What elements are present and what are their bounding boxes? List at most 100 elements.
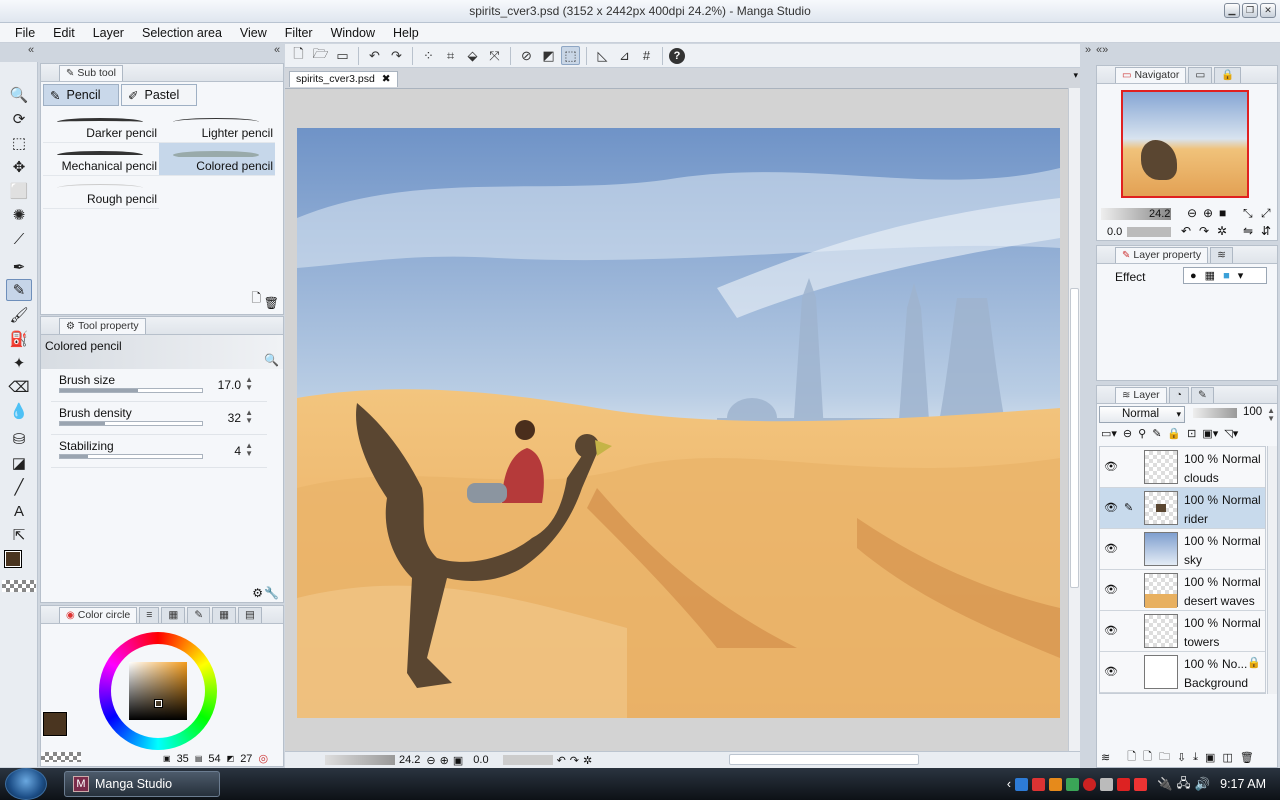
navigator-flip-h-icon[interactable]: ⤡ — [1243, 206, 1253, 221]
color-picker-marker[interactable] — [154, 699, 163, 708]
undo-icon[interactable]: ↶ — [365, 46, 384, 65]
layer-menu-icon[interactable]: ≋ — [1101, 751, 1110, 764]
new-folder-icon[interactable]: 🗀 — [1159, 748, 1170, 767]
tray-app-icon[interactable] — [1066, 777, 1080, 791]
brush-tool-icon[interactable]: 🖌 — [6, 304, 32, 326]
magic-wand-icon[interactable]: ✺ — [6, 204, 32, 226]
collapse-left-icon[interactable]: « — [28, 44, 34, 60]
network-icon[interactable]: 🖧 — [1177, 774, 1191, 795]
start-button[interactable] — [5, 768, 47, 800]
doc-tab-menu-icon[interactable]: ▾ — [1073, 70, 1078, 81]
layer-color-icon[interactable]: ▭▾ — [1101, 427, 1117, 440]
line-tool-icon[interactable]: ╱ — [6, 476, 32, 498]
brush-size-slider[interactable] — [59, 388, 203, 393]
group-tab-pencil[interactable]: ✎ Pencil — [43, 84, 119, 106]
menu-edit[interactable]: Edit — [44, 23, 84, 43]
new-subtool-icon[interactable]: 🗋 — [251, 289, 261, 310]
eraser-tool-icon[interactable]: ⌫ — [6, 376, 32, 398]
transform-icon[interactable]: ⁘ — [419, 46, 438, 65]
brush-rough-pencil[interactable]: Rough pencil — [43, 176, 159, 209]
navigator-rotate-slider[interactable] — [1127, 227, 1171, 237]
tray-app-icon[interactable] — [1100, 777, 1114, 791]
brush-density-spinner-icon[interactable]: ▲ ▼ — [245, 409, 253, 425]
move-tool-icon[interactable]: ✥ — [6, 156, 32, 178]
invert-selection-icon[interactable]: ◩ — [539, 46, 558, 65]
snap-ruler-icon[interactable]: ⊿ — [615, 46, 634, 65]
visibility-eye-icon[interactable]: 👁 — [1104, 501, 1118, 514]
layer-row-towers[interactable]: 👁 100 % Normal towers — [1100, 611, 1265, 652]
navigator-mirror-icon[interactable]: ⇵ — [1261, 224, 1271, 238]
brush-size-value[interactable]: 17.0 — [218, 378, 241, 392]
brush-density-slider[interactable] — [59, 421, 203, 426]
combine-down-icon[interactable]: ⤓ — [1193, 751, 1198, 764]
tab-item-bank[interactable]: 🔒 — [1214, 67, 1242, 83]
tray-app-icon[interactable] — [1117, 777, 1131, 791]
transparent-color-swatch[interactable] — [2, 580, 36, 592]
tray-app-icon[interactable] — [1015, 777, 1029, 791]
fit-view-icon[interactable]: ▣ — [453, 754, 463, 767]
menu-window[interactable]: Window — [322, 23, 384, 43]
reference-layer-icon[interactable]: ⚲ — [1138, 427, 1146, 440]
brush-density-value[interactable]: 32 — [228, 411, 241, 425]
mask-enable-icon[interactable]: ▣▾ — [1202, 427, 1218, 440]
stabilizing-slider[interactable] — [59, 454, 203, 459]
tray-expand-icon[interactable]: ‹ — [1007, 777, 1011, 791]
text-tool-icon[interactable]: A — [6, 500, 32, 522]
layer-row-background[interactable]: 👁 100 % No... Background 🔒 — [1100, 652, 1265, 693]
rotate-slider[interactable] — [502, 755, 553, 765]
lock-transparency-icon[interactable]: ⊡ — [1187, 427, 1196, 440]
zoom-slider[interactable] — [325, 755, 395, 765]
layer-opacity-slider[interactable] — [1193, 408, 1237, 418]
show-selection-icon[interactable]: ⬚ — [561, 46, 580, 65]
close-tab-icon[interactable]: ✖ — [382, 73, 391, 85]
tab-layer[interactable]: ≋ Layer — [1115, 387, 1167, 403]
navigator-zoom-out-icon[interactable]: ⊖ — [1187, 206, 1197, 220]
tab-color-circle[interactable]: ◉ Color circle — [59, 607, 138, 623]
open-file-icon[interactable]: 🗁 — [311, 46, 330, 65]
navigator-angle-value[interactable]: 0.0 — [1107, 226, 1122, 238]
lock-layer-icon[interactable]: 🔒 — [1167, 427, 1181, 440]
stabilizing-value[interactable]: 4 — [234, 444, 241, 458]
navigator-zoom-in-icon[interactable]: ⊕ — [1203, 206, 1213, 220]
menu-filter[interactable]: Filter — [276, 23, 322, 43]
pencil-tool-icon[interactable]: ✎ — [6, 279, 32, 301]
clock[interactable]: 9:17 AM — [1220, 777, 1266, 791]
saturation-value-square[interactable] — [129, 662, 187, 720]
delete-subtool-icon[interactable]: 🗑 — [264, 296, 279, 310]
clip-layer-icon[interactable]: ⊖ — [1123, 427, 1132, 440]
power-icon[interactable]: 🔌 — [1157, 777, 1173, 792]
visibility-eye-icon[interactable]: 👁 — [1104, 624, 1118, 637]
visibility-eye-icon[interactable]: 👁 — [1104, 460, 1118, 473]
gradient-tool-icon[interactable]: ◪ — [6, 452, 32, 474]
canvas-angle-value[interactable]: 0.0 — [473, 754, 488, 766]
tab-layer-search[interactable]: ≋ — [1210, 247, 1233, 263]
new-file-icon[interactable]: 🗋 — [289, 46, 308, 65]
collapse-subtool-icon[interactable]: « — [274, 44, 280, 60]
document-tab[interactable]: spirits_cver3.psd ✖ — [289, 71, 398, 87]
layer-list-scrollbar[interactable] — [1267, 446, 1277, 694]
tool-detail-icon[interactable]: 🔍 — [264, 353, 279, 367]
rotate-tool-icon[interactable]: ⟳ — [6, 108, 32, 130]
navigator-zoom-value[interactable]: 24.2 — [1149, 208, 1170, 220]
layer-opacity-spinner-icon[interactable]: ▲ ▼ — [1267, 407, 1275, 423]
menu-layer[interactable]: Layer — [84, 23, 133, 43]
zoom-in-icon[interactable]: ⊕ — [440, 754, 449, 767]
draft-layer-icon[interactable]: ✎ — [1152, 427, 1161, 440]
layer-lock-icon[interactable]: 🔒 — [1247, 656, 1261, 669]
object-tool-icon[interactable]: ⬚ — [6, 132, 32, 154]
eyedropper-icon[interactable]: ⟋ — [6, 228, 32, 250]
fill-tool-icon[interactable]: ⛁ — [6, 428, 32, 450]
color-mode-icon[interactable]: ◎ — [258, 752, 268, 765]
blend-tool-icon[interactable]: 💧 — [6, 400, 32, 422]
volume-icon[interactable]: 🔊 — [1195, 777, 1211, 792]
navigator-reset-icon[interactable]: ✲ — [1217, 224, 1227, 238]
vertical-scroll-thumb[interactable] — [1070, 288, 1079, 588]
taskbar-app-button[interactable]: M Manga Studio — [64, 771, 220, 797]
brush-lighter-pencil[interactable]: Lighter pencil — [159, 110, 275, 143]
minimize-button[interactable]: ▁ — [1224, 3, 1240, 18]
tab-auto-action[interactable]: ✎ — [1191, 387, 1214, 403]
scale-icon[interactable]: ⌗ — [441, 46, 460, 65]
visibility-eye-icon[interactable]: 👁 — [1104, 583, 1118, 596]
stabilizing-spinner-icon[interactable]: ▲ ▼ — [245, 442, 253, 458]
visibility-eye-icon[interactable]: 👁 — [1104, 542, 1118, 555]
